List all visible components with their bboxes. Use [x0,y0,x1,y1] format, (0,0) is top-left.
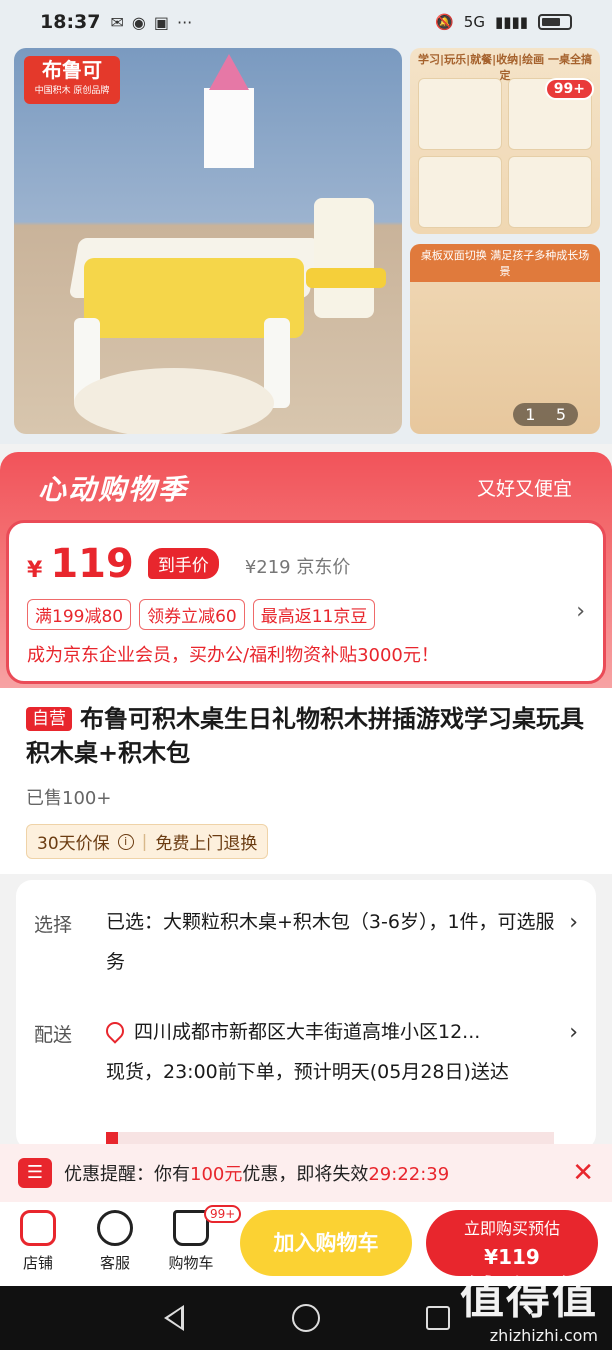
back-icon[interactable] [164,1305,184,1331]
status-bar: 18:37 ✉ ◉ ▣ ··· 🔕 5G ▮▮▮▮ [0,0,612,44]
store-icon [20,1210,56,1246]
final-price: 119 [50,541,134,587]
coupon-item[interactable]: 最高返11京豆 [252,599,376,630]
price-row: ¥ 119 到手价 ¥219 京东价 [27,541,350,587]
cart-badge: 99+ [204,1205,242,1223]
store-button[interactable]: 店铺 [10,1210,66,1273]
image-count-badge: 99+ [544,78,594,100]
buy-now-label: 立即购买预估 [463,1219,560,1238]
chevron-right-icon[interactable]: › [576,599,585,624]
reminder-countdown: 29:22:39 [368,1164,450,1185]
brand-logo-tagline: 中国积木 原创品牌 [34,86,110,96]
chair-toy [314,198,374,318]
chair-seat [306,268,386,288]
side-image-bottom[interactable]: 桌板双面切换 满足孩子多种成长场景 1 5 [410,244,600,434]
chevron-right-icon[interactable]: › [569,910,578,935]
gallery-pager: 1 5 [513,403,578,426]
coupon-reminder[interactable]: ☰ 优惠提醒：你有100元优惠，即将失效29:22:39 ✕ [0,1144,612,1202]
side-image-top[interactable]: 学习|玩乐|就餐|收纳|绘画 一桌全搞定 99+ [410,48,600,234]
store-label: 店铺 [22,1254,53,1272]
watermark: 值得值 zhizhizhi.com [460,1262,598,1345]
divider: | [141,831,148,852]
thumb [508,156,592,228]
select-value[interactable]: 已选：大颗粒积木桌+积木包（3-6岁），1件，可选服务 [106,902,566,982]
self-operated-tag: 自营 [26,707,72,731]
mail-icon: ✉ [110,12,124,32]
location-pin-icon [102,1018,128,1044]
original-price: ¥219 京东价 [244,557,351,578]
service-guarantee[interactable]: 30天价保 i | 免费上门退换 [26,824,269,859]
reminder-text: 优惠提醒：你有100元优惠，即将失效29:22:39 [64,1160,449,1186]
pager-current: 1 [525,405,536,424]
sold-count: 已售100+ [26,788,112,809]
service-label: 客服 [99,1254,130,1272]
promo-title: 心动购物季 [38,473,189,506]
product-gallery[interactable]: 布鲁可 中国积木 原创品牌 学习|玩乐|就餐|收纳|绘画 一桌全搞定 99+ 桌… [0,44,612,444]
battery-icon [538,14,572,30]
price-protection-label: 30天价保 [37,834,110,854]
product-info: 自营 布鲁可积木桌生日礼物积木拼插游戏学习桌玩具积木桌+积木包 已售100+ 30… [0,688,612,874]
product-title: 自营 布鲁可积木桌生日礼物积木拼插游戏学习桌玩具积木桌+积木包 [26,702,596,770]
product-title-text: 布鲁可积木桌生日礼物积木拼插游戏学习桌玩具积木桌+积木包 [26,705,584,767]
status-time: 18:37 [40,11,101,33]
options-card: 选择 已选：大颗粒积木桌+积木包（3-6岁），1件，可选服务 › 配送 四川成都… [16,880,596,1150]
delivery-address[interactable]: 四川成都市新都区大丰街道高堆小区12... [102,1012,566,1052]
promo-subtitle: 又好又便宜 [476,478,572,500]
home-icon[interactable] [292,1304,320,1332]
delivery-label: 配送 [34,1024,73,1046]
thumb [418,156,502,228]
enterprise-member-link[interactable]: 成为京东企业会员，买办公/福利物资补贴3000元！ [27,641,439,667]
address-text: 四川成都市新都区大丰街道高堆小区12... [134,1021,481,1043]
coupon-list[interactable]: 满199减80 领券立减60 最高返11京豆 [27,599,376,630]
signal-icon: ▮▮▮▮ [494,13,528,31]
watermark-logo: 值得值 [460,1273,598,1324]
free-return-label: 免费上门退换 [155,834,258,854]
brand-logo-name: 布鲁可 [42,58,102,82]
notification-icons: ✉ ◉ ▣ ··· [110,13,192,32]
cart-label: 购物车 [168,1254,214,1272]
chevron-right-icon[interactable]: › [569,1020,578,1045]
thumb [418,78,502,150]
promo-banner: 心动购物季 又好又便宜 ¥ 119 到手价 ¥219 京东价 满199减80 领… [0,452,612,688]
final-price-tag: 到手价 [147,548,219,579]
reminder-middle: 优惠，即将失效 [242,1164,369,1185]
cart-button[interactable]: 99+ 购物车 [163,1205,242,1273]
status-right: 🔕 5G ▮▮▮▮ [435,13,572,31]
side-bottom-banner: 桌板双面切换 满足孩子多种成长场景 [410,244,600,282]
mute-icon: 🔕 [435,13,454,31]
select-label: 选择 [34,914,73,936]
close-icon[interactable]: ✕ [572,1158,594,1188]
add-to-cart-button[interactable]: 加入购物车 [240,1210,412,1276]
network-label: 5G [463,13,485,31]
pager-total: 5 [555,405,566,424]
recent-apps-icon[interactable] [426,1306,450,1330]
chat-icon: ◉ [131,12,146,32]
customer-service-button[interactable]: 客服 [87,1210,143,1273]
castle-toy [204,54,254,168]
currency-symbol: ¥ [27,558,43,583]
more-dots-icon: ··· [176,12,193,32]
watermark-url: zhizhizhi.com [489,1326,598,1345]
app-icon: ▣ [153,12,169,32]
info-icon[interactable]: i [117,833,134,850]
coupon-item[interactable]: 满199减80 [27,599,132,630]
main-product-image[interactable]: 布鲁可 中国积木 原创品牌 [14,48,402,434]
customer-service-icon [97,1210,133,1246]
coupon-icon: ☰ [18,1158,52,1188]
rug [74,368,274,434]
price-card[interactable]: ¥ 119 到手价 ¥219 京东价 满199减80 领券立减60 最高返11京… [6,520,606,684]
delivery-estimate: 现货，23:00前下单，预计明天(05月28日)送达 [106,1061,509,1083]
coupon-item[interactable]: 领券立减60 [139,599,245,630]
reminder-amount: 100元 [190,1164,243,1185]
cart-icon: 99+ [173,1205,242,1246]
brand-logo: 布鲁可 中国积木 原创品牌 [24,56,120,104]
reminder-prefix: 优惠提醒：你有 [64,1164,190,1185]
feature-thumbnails [418,78,592,228]
